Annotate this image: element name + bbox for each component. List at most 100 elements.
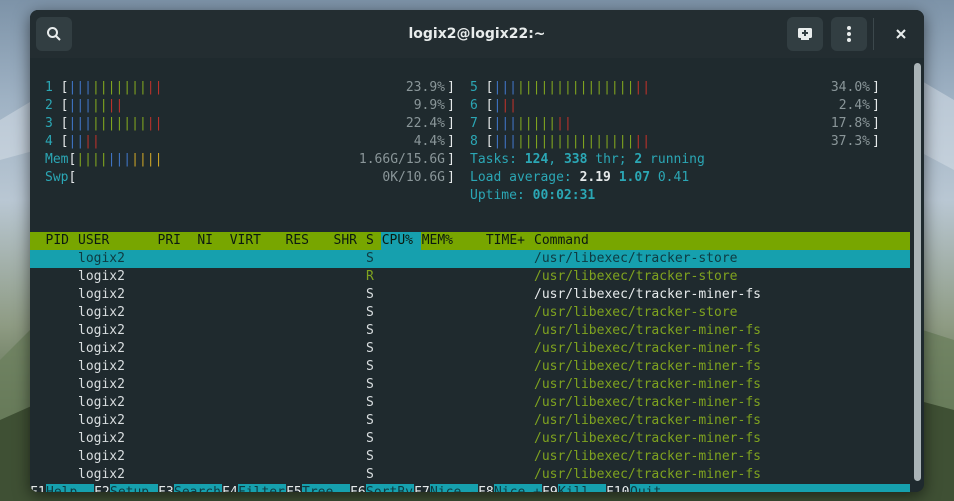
close-button[interactable] <box>885 17 917 51</box>
cpu-meter-bars: |||||||||||||||||||| <box>493 134 650 149</box>
cpu-meter-number: 3 <box>45 116 53 131</box>
meter-bar-segment: | <box>138 116 147 131</box>
new-tab-icon <box>796 26 814 42</box>
meter-bar-segment: | <box>516 80 525 95</box>
cpu-meter-number: 7 <box>470 116 478 131</box>
process-user: logix2 <box>78 359 125 374</box>
process-s: S <box>366 341 374 356</box>
column-header-res: RES <box>285 233 309 248</box>
meter-bar-segment: | <box>556 80 564 95</box>
process-command: /usr/libexec/tracker-store <box>534 269 738 284</box>
meter-bracket: ] <box>447 134 455 149</box>
fkey-f2-label[interactable]: Setup <box>110 484 158 492</box>
column-header-pid: PID <box>45 233 69 248</box>
terminal-window: logix2@logix22:~ 1 [|||||||||||| 23.9%] 2 … <box>30 10 924 492</box>
meter-bar-segment: | <box>154 116 163 131</box>
cpu-meter-percent: 2.4% <box>838 98 870 113</box>
meter-bracket: ] <box>872 80 880 95</box>
meter-bar-segment: | <box>501 80 510 95</box>
fkey-f5-label[interactable]: Tree <box>302 484 350 492</box>
load-average-5min: 1.07 <box>618 170 651 185</box>
meter-bar-segment: | <box>131 152 139 167</box>
meter-bar-segment: | <box>84 116 92 131</box>
tasks-summary: Tasks: 124, 338 thr; 2 running <box>470 151 705 169</box>
process-s: S <box>366 413 374 428</box>
cpu-meter-percent: 4.4% <box>413 134 445 149</box>
meter-bar-segment: | <box>516 134 525 149</box>
process-user: logix2 <box>78 269 125 284</box>
process-command: /usr/libexec/tracker-store <box>534 305 738 320</box>
meter-bar-segment: | <box>84 98 92 113</box>
meter-bracket: [ <box>68 170 77 185</box>
load-gap <box>611 170 619 185</box>
meter-bar-segment: | <box>509 80 517 95</box>
meter-bar-segment: | <box>563 116 572 131</box>
meter-bar-segment: | <box>524 80 533 95</box>
swap-meter: Swp[0K/10.6G] <box>45 169 455 187</box>
meter-bar-segment: | <box>91 116 100 131</box>
tasks-label: Tasks: <box>470 152 525 167</box>
selected-process-row[interactable] <box>30 250 910 268</box>
process-s: S <box>366 323 374 338</box>
process-s: S <box>366 449 374 464</box>
terminal-content[interactable]: 1 [|||||||||||| 23.9%] 2 [||||||| 9.9%] 3 [|… <box>30 58 924 492</box>
cpu-meter-bars: ||||||| <box>68 98 123 113</box>
menu-button[interactable] <box>831 17 867 51</box>
titlebar: logix2@logix22:~ <box>30 10 924 58</box>
meter-bar-segment: | <box>548 80 557 95</box>
new-tab-button[interactable] <box>787 17 823 51</box>
running-label: running <box>642 152 705 167</box>
cpu-meter-percent: 22.4% <box>405 116 445 131</box>
fkey-f3-label[interactable]: Search <box>174 484 222 492</box>
meter-bracket: [ <box>477 98 494 113</box>
fkey-f5: F5 <box>286 484 302 492</box>
process-user: logix2 <box>78 467 125 482</box>
meter-bar-segment: | <box>595 134 604 149</box>
cpu-meter: 6 [||| 2.4%] <box>470 97 880 115</box>
meter-bar-segment: | <box>501 98 510 113</box>
process-user: logix2 <box>78 377 125 392</box>
meter-bar-segment: | <box>618 134 627 149</box>
process-command: /usr/libexec/tracker-miner-fs <box>534 413 761 428</box>
fkey-f1-label[interactable]: Help <box>46 484 94 492</box>
meter-bar-segment: | <box>84 152 92 167</box>
process-command: /usr/libexec/tracker-miner-fs <box>534 377 761 392</box>
memory-meter: Mem[||||||||||| 1.66G/15.6G] <box>45 151 455 169</box>
meter-bar-segment: | <box>84 134 92 149</box>
fkey-f4-label[interactable]: Filter <box>238 484 286 492</box>
meter-bar-segment: | <box>76 116 85 131</box>
meter-bar-segment: | <box>571 134 580 149</box>
cpu-meter-number: 5 <box>470 80 478 95</box>
memory-meter-value: 1.66G/15.6G <box>358 152 445 167</box>
meter-bracket: ] <box>872 116 880 131</box>
uptime-value: 00:02:31 <box>532 188 596 203</box>
load-gap <box>650 170 658 185</box>
kebab-menu-icon <box>846 25 852 43</box>
meter-bar-segment: | <box>154 80 163 95</box>
meter-bar-segment: | <box>618 80 627 95</box>
meter-bar-segment: | <box>556 116 564 131</box>
swap-meter-value: 0K/10.6G <box>382 170 445 185</box>
column-header-virt: VIRT <box>229 233 261 248</box>
cpu-meter-percent: 17.8% <box>830 116 870 131</box>
column-header-time: TIME+ <box>485 233 525 248</box>
cpu-meter: 7 [|||||||||| 17.8%] <box>470 115 880 133</box>
fkey-f7-label[interactable]: Nice - <box>430 484 478 492</box>
fkey-f9-label[interactable]: Kill <box>558 484 606 492</box>
process-user: logix2 <box>78 413 125 428</box>
swap-meter-label: Swp <box>45 170 69 185</box>
uptime-label: Uptime: <box>470 188 533 203</box>
meter-bar-segment: | <box>501 134 510 149</box>
cpu-meter-percent: 9.9% <box>413 98 445 113</box>
function-key-bar: F1Help F2Setup F3SearchF4FilterF5Tree F6… <box>30 484 910 492</box>
scrollbar-thumb[interactable] <box>914 63 921 481</box>
fkey-f10-label[interactable]: Quit <box>630 484 910 492</box>
meter-bracket: [ <box>477 134 494 149</box>
fkey-f6-label[interactable]: SortBy <box>366 484 414 492</box>
column-header-user: USER <box>78 233 110 248</box>
column-header-ni: NI <box>197 233 213 248</box>
process-command: /usr/libexec/tracker-miner-fs <box>534 395 761 410</box>
meter-bracket: ] <box>447 80 455 95</box>
fkey-f8-label[interactable]: Nice + <box>494 484 542 492</box>
meter-bar-segment: | <box>76 152 85 167</box>
